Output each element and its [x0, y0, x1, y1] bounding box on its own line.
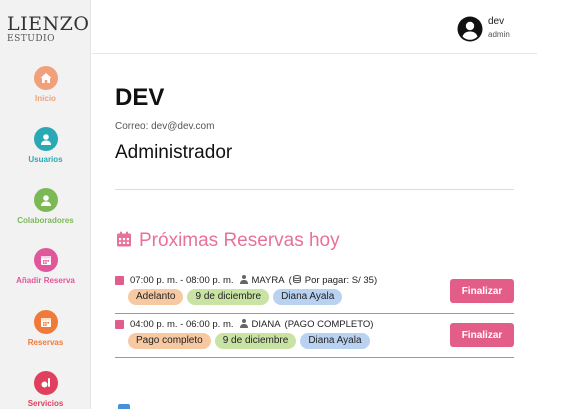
reservation-info: 07:00 p. m. - 08:00 p. m. MAYRA ( Por pa… — [115, 273, 377, 287]
date-tag: 9 de diciembre — [187, 289, 270, 305]
services-icon — [33, 371, 58, 395]
calendar-icon — [33, 248, 58, 272]
finalize-button[interactable]: Finalizar — [450, 323, 514, 347]
sidebar-item-label: Inicio — [35, 94, 56, 103]
sidebar-item-usuarios[interactable]: Usuarios — [0, 127, 91, 164]
finalize-button[interactable]: Finalizar — [450, 279, 514, 303]
reservation-status: Por pagar: S/ 35) — [304, 274, 378, 286]
reservation-marker — [115, 275, 124, 285]
sidebar: LIENZO ESTUDIO Inicio Usuarios Colaborad… — [0, 0, 91, 409]
top-bar: dev admin — [92, 0, 537, 54]
reservation-status: (PAGO COMPLETO) — [284, 318, 374, 330]
money-icon — [292, 274, 302, 287]
staff-tag: Diana Ayala — [300, 333, 370, 349]
calendar-icon — [115, 230, 133, 253]
date-tag: 9 de diciembre — [214, 333, 297, 349]
sidebar-item-anadir-reserva[interactable]: Añadir Reserva — [0, 248, 91, 285]
sidebar-item-servicios[interactable]: Servicios — [0, 371, 91, 408]
reservation-time: 04:00 p. m. - 06:00 p. m. — [130, 318, 234, 330]
reservation-row: 07:00 p. m. - 08:00 p. m. MAYRA ( Por pa… — [115, 273, 514, 314]
payment-tag: Adelanto — [128, 289, 184, 305]
page-title: DEV — [115, 84, 165, 111]
section-icon — [118, 404, 130, 409]
sidebar-item-reservas[interactable]: Reservas — [0, 310, 91, 347]
sidebar-item-label: Reservas — [27, 338, 64, 347]
brand-name: LIENZO — [7, 13, 90, 35]
reservation-row: 04:00 p. m. - 06:00 p. m. DIANA (PAGO CO… — [115, 317, 514, 358]
role-title: Administrador — [115, 142, 233, 163]
brand-logo[interactable]: LIENZO ESTUDIO — [7, 13, 90, 44]
brand-subtitle: ESTUDIO — [7, 34, 55, 44]
sidebar-item-label: Servicios — [27, 399, 64, 408]
sidebar-item-label: Colaboradores — [17, 216, 74, 225]
staff-tag: Diana Ayala — [273, 289, 343, 305]
email-line: Correo: dev@dev.com — [115, 121, 215, 132]
sidebar-item-label: Usuarios — [28, 155, 63, 164]
reservation-time: 07:00 p. m. - 08:00 p. m. — [130, 274, 234, 286]
sidebar-item-colaboradores[interactable]: Colaboradores — [0, 188, 91, 225]
person-icon — [239, 274, 249, 287]
user-icon — [33, 127, 58, 151]
avatar-icon[interactable] — [457, 16, 483, 42]
sidebar-item-inicio[interactable]: Inicio — [0, 66, 91, 103]
reservation-client: MAYRA — [251, 274, 285, 286]
reservation-client: DIANA — [251, 318, 281, 330]
reservation-marker — [115, 319, 124, 329]
person-icon — [239, 318, 249, 331]
section-title: Próximas Reservas hoy — [139, 230, 340, 251]
reservation-tags: Adelanto 9 de diciembre Diana Ayala — [128, 289, 343, 305]
sidebar-item-label: Añadir Reserva — [16, 276, 75, 285]
payment-tag: Pago completo — [128, 333, 211, 349]
home-icon — [33, 66, 58, 90]
user-icon — [33, 188, 58, 212]
calendar-icon — [33, 310, 58, 334]
reservation-info: 04:00 p. m. - 06:00 p. m. DIANA (PAGO CO… — [115, 317, 373, 331]
user-role: admin — [488, 30, 510, 39]
user-name: dev — [488, 16, 505, 27]
reservation-tags: Pago completo 9 de diciembre Diana Ayala — [128, 333, 370, 349]
section-heading: Próximas Reservas hoy — [115, 229, 340, 253]
divider — [115, 189, 514, 190]
